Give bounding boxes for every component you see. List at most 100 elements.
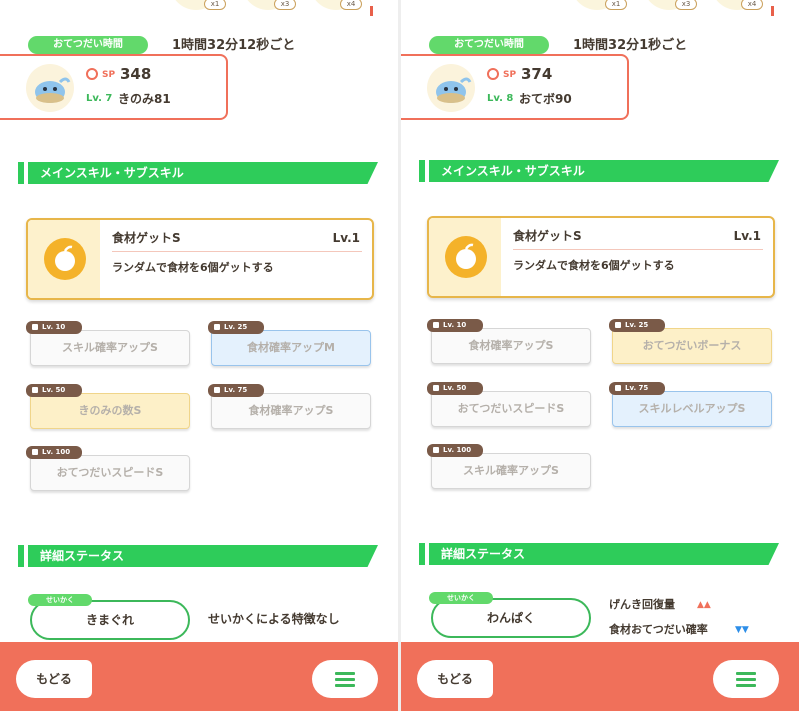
- unlock-level-tag: Lv. 50: [427, 382, 483, 395]
- section-bar: [18, 162, 24, 184]
- unlock-level: Lv. 25: [224, 323, 248, 331]
- menu-button[interactable]: [312, 660, 378, 698]
- ingredient-row: x1 x3 x4: [170, 0, 390, 12]
- nature-tag: せいかく: [28, 594, 92, 606]
- menu-button[interactable]: [713, 660, 779, 698]
- nature-button[interactable]: きまぐれ: [30, 600, 190, 640]
- sub-skill-lv75[interactable]: 食材確率アップS: [211, 393, 371, 429]
- lock-icon: [32, 324, 38, 330]
- sp-label: SP: [503, 70, 517, 80]
- main-skill-description: ランダムで食材を6個ゲットする: [513, 259, 675, 272]
- sub-skill-lv10[interactable]: 食材確率アップS: [431, 328, 591, 364]
- main-skill-icon-area: [28, 220, 100, 298]
- sub-skill-name: 食材確率アップS: [468, 339, 554, 352]
- helper-time-value: 1時間32分12秒ごと: [172, 38, 296, 53]
- sub-skill-lv25[interactable]: おてつだいボーナス: [612, 328, 772, 364]
- stat-down-arrows: ▼▼: [735, 625, 749, 635]
- unlock-level-tag: Lv. 25: [208, 321, 264, 334]
- lock-icon: [433, 322, 439, 328]
- section-title: メインスキル・サブスキル: [441, 164, 585, 178]
- nature-effect-up: げんき回復量: [609, 598, 675, 611]
- helper-time-label: おてつだい時間: [429, 36, 549, 54]
- sub-skill-name: スキルレベルアップS: [638, 402, 746, 415]
- unlock-level-tag: Lv. 75: [208, 384, 264, 397]
- unlock-level: Lv. 100: [443, 446, 472, 454]
- sub-skill-lv25[interactable]: 食材確率アップM: [211, 330, 371, 366]
- ingredient-count: x3: [675, 0, 697, 10]
- pokemon-stat-card[interactable]: SP 348 Lv. 7 きのみ81: [0, 54, 228, 120]
- main-skill-description: ランダムで食材を6個ゲットする: [112, 261, 274, 274]
- ingredient-count: x1: [204, 0, 226, 10]
- section-header-skills: メインスキル・サブスキル: [18, 162, 380, 184]
- main-skill-card[interactable]: 食材ゲットS Lv.1 ランダムで食材を6個ゲットする: [26, 218, 374, 300]
- lock-icon: [32, 449, 38, 455]
- ingredient-count: x1: [605, 0, 627, 10]
- sub-skill-name: おてつだいスピードS: [457, 402, 565, 415]
- nature-tag: せいかく: [429, 592, 493, 604]
- bottom-nav-bar: もどる: [401, 642, 799, 711]
- lock-icon: [615, 322, 621, 328]
- main-skill-level: Lv.1: [733, 229, 761, 243]
- helper-time-value: 1時間32分1秒ごと: [573, 38, 688, 53]
- sub-skill-lv100[interactable]: おてつだいスピードS: [30, 455, 190, 491]
- pokemon-item: おてボ90: [519, 92, 572, 106]
- sub-skill-lv100[interactable]: スキル確率アップS: [431, 453, 591, 489]
- pokemon-stat-card[interactable]: SP 374 Lv. 8 おてボ90: [401, 54, 629, 120]
- unlock-level: Lv. 75: [625, 384, 649, 392]
- sub-skill-name: スキル確率アップS: [62, 341, 158, 354]
- nature-effect: せいかくによる特徴なし: [208, 612, 340, 626]
- scroll-marker: [370, 6, 373, 16]
- pokemon-avatar: [26, 64, 74, 112]
- main-skill-level: Lv.1: [332, 231, 360, 245]
- sp-value: 348: [120, 65, 152, 83]
- divider: [513, 249, 763, 250]
- lock-icon: [32, 387, 38, 393]
- apple-icon: [445, 236, 487, 278]
- pokemon-item: きのみ81: [118, 92, 171, 106]
- apple-icon: [44, 238, 86, 280]
- scroll-marker: [771, 6, 774, 16]
- sp-label: SP: [102, 70, 116, 80]
- section-header-details: 詳細ステータス: [419, 543, 781, 565]
- section-title: 詳細ステータス: [40, 549, 125, 563]
- sub-skill-name: 食材確率アップM: [247, 341, 335, 354]
- nature-button[interactable]: わんぱく: [431, 598, 591, 638]
- sp-icon: [86, 68, 98, 80]
- section-title: 詳細ステータス: [441, 547, 526, 561]
- main-skill-icon-area: [429, 218, 501, 296]
- unlock-level: Lv. 10: [42, 323, 66, 331]
- sub-skill-name: スキル確率アップS: [463, 464, 559, 477]
- bottom-nav-bar: もどる: [0, 642, 398, 711]
- section-title: メインスキル・サブスキル: [40, 166, 184, 180]
- back-button[interactable]: もどる: [417, 660, 493, 698]
- sp-icon: [487, 68, 499, 80]
- section-header-skills: メインスキル・サブスキル: [419, 160, 781, 182]
- sub-skill-lv50[interactable]: きのみの数S: [30, 393, 190, 429]
- ingredient-count: x4: [340, 0, 362, 10]
- main-skill-card[interactable]: 食材ゲットS Lv.1 ランダムで食材を6個ゲットする: [427, 216, 775, 298]
- sub-skill-name: きのみの数S: [78, 404, 142, 417]
- sub-skill-lv10[interactable]: スキル確率アップS: [30, 330, 190, 366]
- unlock-level: Lv. 50: [443, 384, 467, 392]
- sub-skill-name: おてつだいボーナス: [642, 339, 742, 352]
- section-bar: [419, 543, 425, 565]
- pokemon-avatar: [427, 64, 475, 112]
- lock-icon: [433, 385, 439, 391]
- helper-time-label: おてつだい時間: [28, 36, 148, 54]
- pokemon-detail-panel-right: x1 x3 x4 おてつだい時間 1時間32分1秒ごと SP 374 Lv. 8…: [401, 0, 799, 711]
- ingredient-count: x4: [741, 0, 763, 10]
- sub-skill-name: おてつだいスピードS: [56, 466, 164, 479]
- unlock-level: Lv. 100: [42, 448, 71, 456]
- sp-value: 374: [521, 65, 553, 83]
- unlock-level-tag: Lv. 100: [26, 446, 82, 459]
- lock-icon: [214, 324, 220, 330]
- sub-skill-lv75[interactable]: スキルレベルアップS: [612, 391, 772, 427]
- unlock-level: Lv. 25: [625, 321, 649, 329]
- sub-skill-lv50[interactable]: おてつだいスピードS: [431, 391, 591, 427]
- unlock-level: Lv. 75: [224, 386, 248, 394]
- ingredient-count: x3: [274, 0, 296, 10]
- back-button[interactable]: もどる: [16, 660, 92, 698]
- unlock-level-tag: Lv. 50: [26, 384, 82, 397]
- pokemon-detail-panel-left: x1 x3 x4 おてつだい時間 1時間32分12秒ごと SP 348 Lv. …: [0, 0, 398, 711]
- stat-up-arrows: ▲▲: [697, 600, 711, 610]
